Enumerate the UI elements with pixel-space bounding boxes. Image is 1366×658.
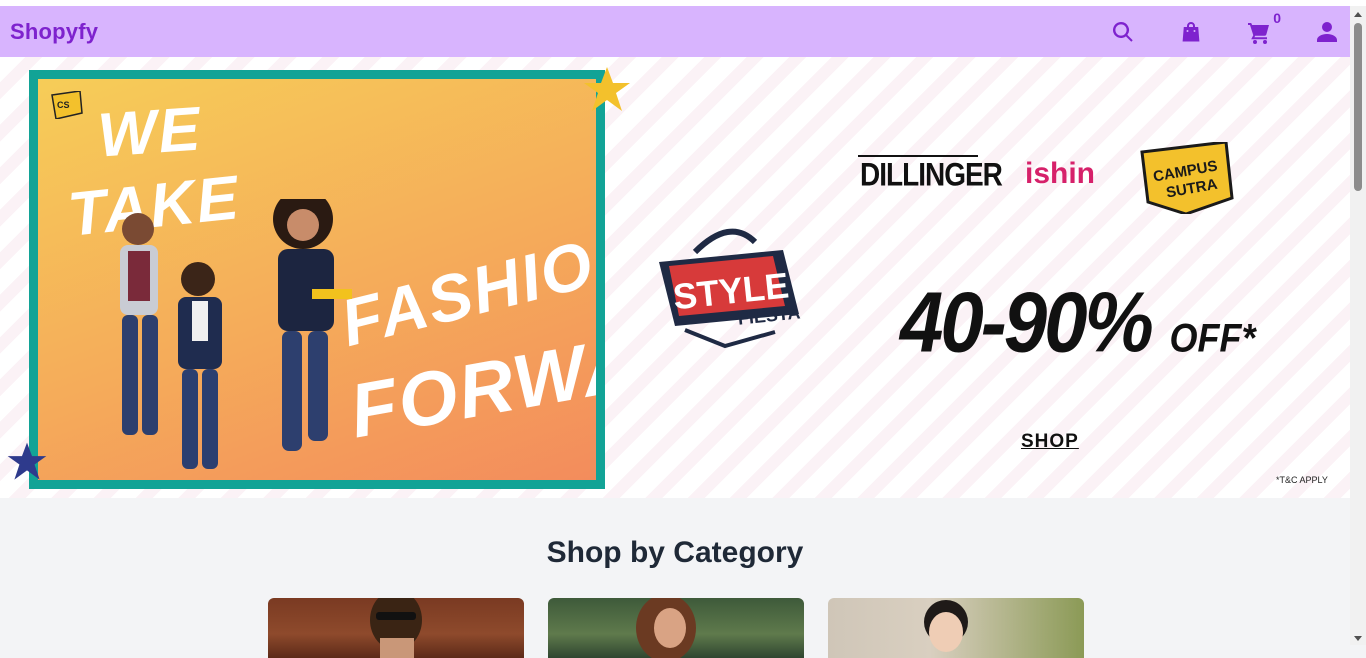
user-icon[interactable]: [1314, 19, 1340, 45]
headline-we: WE: [95, 94, 205, 171]
search-icon[interactable]: [1110, 19, 1136, 45]
cart-icon[interactable]: 0: [1246, 10, 1281, 45]
category-card-women[interactable]: [548, 598, 804, 658]
svg-text:CS: CS: [57, 100, 70, 110]
kids-category-image: [924, 600, 968, 652]
ishin-logo: ishin: [1025, 157, 1096, 190]
star-navy-decoration: [7, 442, 47, 480]
scroll-down-arrow-icon[interactable]: [1354, 636, 1362, 641]
shop-cta-link[interactable]: SHOP: [1021, 431, 1079, 453]
campus-sutra-logo: CAMPUS SUTRA: [1140, 142, 1234, 214]
nav-icons: 0: [1068, 10, 1340, 45]
dillinger-logo: DILLINGER: [860, 156, 1003, 193]
terms-disclaimer: *T&C APPLY: [1276, 475, 1328, 485]
models-illustration: [120, 199, 352, 469]
offer-suffix: OFF*: [1169, 315, 1256, 361]
women-category-image: [636, 598, 696, 658]
scroll-up-arrow-icon[interactable]: [1354, 12, 1362, 17]
brand-logo[interactable]: Shopyfy: [10, 19, 98, 45]
offer-text: 40-90% OFF*: [900, 272, 1256, 372]
category-card-kids[interactable]: [828, 598, 1084, 658]
hero-image-frame: CS WE TAKE FASHION FORWARD: [29, 70, 605, 489]
page-scrollbar[interactable]: [1350, 6, 1366, 645]
style-fiesta-logo: STYLE FIESTA: [659, 228, 801, 349]
star-yellow-decoration: [584, 67, 630, 111]
campus-sutra-small-logo: CS: [51, 91, 83, 119]
scrollbar-thumb[interactable]: [1354, 23, 1362, 191]
men-category-image: [370, 598, 422, 658]
navbar: Shopyfy 0: [0, 6, 1350, 57]
offer-percent: 40-90%: [900, 273, 1154, 371]
category-card-men[interactable]: [268, 598, 524, 658]
cart-count-badge: 0: [1273, 9, 1281, 26]
category-cards: [268, 598, 1108, 658]
hero-banner[interactable]: CS WE TAKE FASHION FORWARD DILLINGER ish…: [0, 57, 1350, 498]
shopping-bag-icon[interactable]: [1178, 19, 1204, 45]
category-section-title: Shop by Category: [546, 536, 804, 569]
